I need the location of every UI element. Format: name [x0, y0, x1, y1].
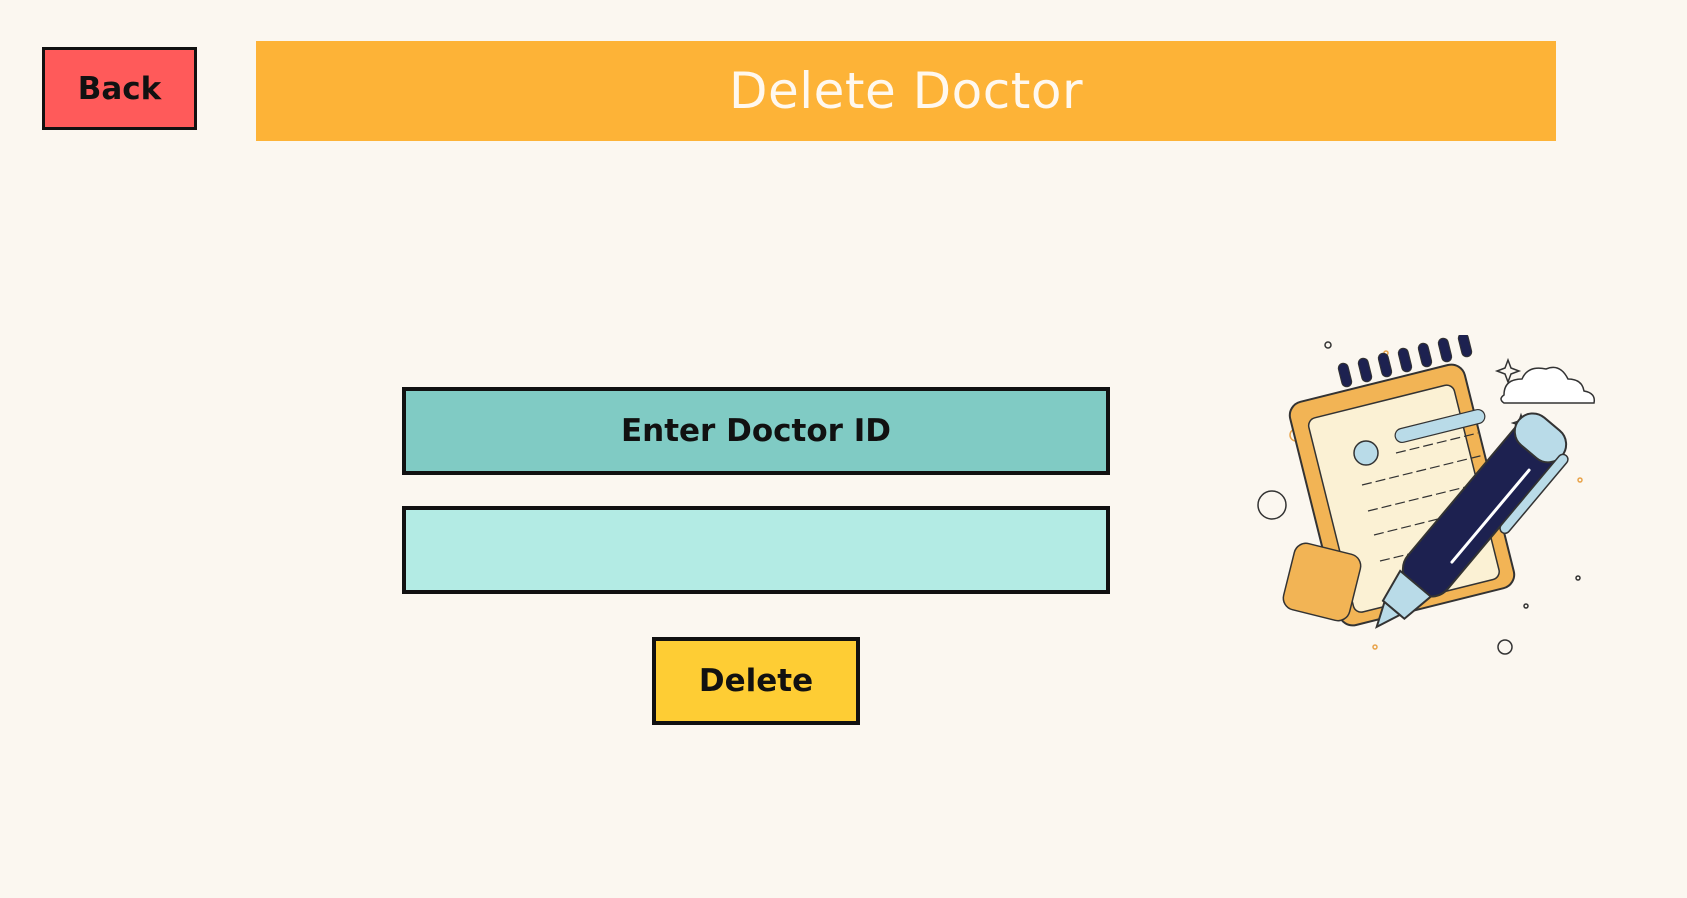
title-banner: Delete Doctor: [256, 41, 1556, 141]
delete-button[interactable]: Delete: [652, 637, 860, 725]
doctor-id-input[interactable]: [402, 506, 1110, 594]
page-title: Delete Doctor: [728, 62, 1083, 120]
back-button[interactable]: Back: [42, 47, 197, 130]
doctor-id-label: Enter Doctor ID: [402, 387, 1110, 475]
notepad-pen-illustration: [1257, 335, 1596, 655]
